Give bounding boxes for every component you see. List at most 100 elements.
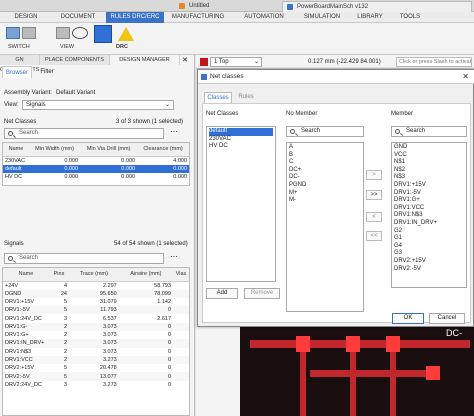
member-list[interactable]: GND VCC N$1 N$2 N$3 DRV1:+15V DRV1:-5V DRV1:G+ D… [391, 142, 467, 288]
net-classes-list[interactable]: default 230VAC HV DC [206, 126, 276, 282]
list-item[interactable]: VCC [394, 152, 464, 160]
table-row[interactable]: DRV1:+15V 5 31.079 1.142 [3, 298, 189, 306]
switch-label[interactable]: SWITCH [8, 44, 30, 50]
warning-icon[interactable] [118, 27, 134, 41]
view-label[interactable]: VIEW [60, 44, 74, 50]
list-item[interactable]: N$2 [394, 167, 464, 175]
table-row[interactable]: default 0.000 0.000 0.000 [3, 164, 189, 173]
ok-button[interactable]: OK [392, 313, 424, 324]
ribbon-tab-manufacturing[interactable]: MANUFACTURING [166, 12, 230, 23]
list-item[interactable]: N$3 [394, 174, 464, 182]
list-item[interactable]: GND [394, 144, 464, 152]
move-all-left-button[interactable]: << [366, 231, 382, 241]
member-search[interactable]: Search [391, 126, 467, 137]
table-row[interactable]: DGND 24 95.650 78.099 [3, 289, 189, 298]
drc-icon[interactable] [94, 25, 112, 43]
table-row[interactable]: DRV1:N$3 2 3.073 0 [3, 348, 189, 356]
add-class-button[interactable]: Add [206, 288, 238, 299]
tab-rules[interactable]: Rules [234, 92, 258, 103]
more-options-icon[interactable]: ⋯ [170, 127, 178, 136]
cancel-button[interactable]: Cancel [429, 313, 465, 324]
table-row[interactable]: DRV2:24V_DC 3 3.273 0 [3, 381, 189, 389]
panel-tab-place-components[interactable]: PLACE COMPONENTS [40, 55, 110, 65]
view-select[interactable]: Signals ⌄ [22, 100, 174, 110]
table-row[interactable]: DRV1:-5V 5 11.793 0 [3, 306, 189, 315]
no-member-search[interactable]: Search [286, 126, 364, 137]
col-vias[interactable]: Vias [173, 268, 189, 282]
ribbon-tab-design[interactable]: DESIGN [0, 12, 52, 23]
table-row[interactable]: DRV2:-5V 5 13.077 0 [3, 372, 189, 381]
col-clearance[interactable]: Clearance (mm) [137, 143, 189, 157]
tab-browser[interactable]: Browser [2, 66, 32, 78]
list-item[interactable]: B [289, 152, 361, 160]
list-item[interactable]: DRV1:G+ [394, 197, 464, 205]
move-all-right-button[interactable]: >> [366, 190, 382, 200]
list-item[interactable]: DRV1:VCC [394, 205, 464, 213]
switch-icon[interactable] [6, 27, 20, 39]
tab-filter[interactable]: Filter [34, 66, 60, 78]
no-member-list[interactable]: A B C DC+ DC- PGND M+ M- [286, 142, 364, 312]
signals-search[interactable]: Search [4, 253, 164, 264]
col-pins[interactable]: Pins [49, 268, 69, 282]
dialog-close-icon[interactable]: ✕ [462, 72, 469, 82]
pcb-view[interactable]: DC- [240, 320, 474, 416]
eye-icon[interactable] [72, 27, 88, 39]
layer-select[interactable]: 1 Top ⌄ [210, 57, 262, 67]
ribbon-tab-library[interactable]: LIBRARY [350, 12, 390, 23]
remove-class-button[interactable]: Remove [244, 288, 280, 299]
table-row[interactable]: DRV1:G+ 2 3.073 0 [3, 331, 189, 339]
switch-alt-icon[interactable] [22, 27, 36, 39]
list-item[interactable]: G1 [394, 235, 464, 243]
command-input[interactable]: Click or press Slash to activate co [396, 57, 472, 67]
close-icon[interactable]: ✕ [182, 56, 188, 64]
table-row[interactable]: 230VAC 0.000 0.000 4.000 [3, 156, 189, 165]
net-classes-search[interactable]: Search [4, 128, 164, 139]
panel-tab-design-manager[interactable]: DESIGN MANAGER [110, 55, 180, 65]
table-row[interactable]: DRV1:24V_DC 3 6.537 2.617 [3, 314, 189, 322]
col-min-width[interactable]: Min Width (mm) [29, 143, 81, 157]
tab-classes[interactable]: Classes [204, 92, 232, 103]
list-item[interactable]: M+ [289, 190, 361, 198]
list-item[interactable]: 230VAC [209, 136, 273, 144]
table-row[interactable]: +24V 4 2.297 58.793 [3, 281, 189, 290]
move-right-button[interactable]: > [366, 170, 382, 180]
table-row[interactable]: DRV1:VCC 2 3.273 0 [3, 355, 189, 365]
col-name[interactable]: Name [3, 143, 29, 157]
table-row[interactable]: HV DC 0.000 0.000 0.000 [3, 173, 189, 181]
ribbon-tab-simulation[interactable]: SIMULATION [296, 12, 348, 23]
ribbon-tab-document[interactable]: DOCUMENT [52, 12, 104, 23]
more-options-icon[interactable]: ⋯ [170, 252, 178, 261]
list-item[interactable]: default [209, 128, 273, 136]
list-item[interactable]: DRV2:-5V [394, 266, 464, 274]
table-row[interactable]: DRV1:IN_DRV+ 2 3.073 0 [3, 339, 189, 348]
list-item[interactable]: PGND [289, 182, 361, 190]
list-item[interactable]: C [289, 159, 361, 167]
move-left-button[interactable]: < [366, 212, 382, 222]
list-item[interactable]: DC- [289, 174, 361, 182]
ribbon-tab-automation[interactable]: AUTOMATION [234, 12, 294, 23]
col-name[interactable]: Name [3, 268, 49, 282]
list-item[interactable]: HV DC [209, 143, 273, 151]
col-airwire[interactable]: Airwire (mm) [118, 268, 173, 282]
col-trace[interactable]: Trace (mm) [69, 268, 119, 282]
panel-tab-components[interactable]: GN COMPONENTS [0, 55, 40, 73]
table-row[interactable]: DRV1:G- 2 3.073 0 [3, 322, 189, 331]
list-item[interactable]: G4 [394, 243, 464, 251]
drc-label[interactable]: DRC [116, 44, 128, 50]
list-item[interactable]: A [289, 144, 361, 152]
list-item[interactable]: DRV1:IN_DRV+ [394, 220, 464, 228]
ribbon-tab-tools[interactable]: TOOLS [394, 12, 426, 23]
list-item[interactable]: DRV1:+15V [394, 182, 464, 190]
list-item[interactable]: G2 [394, 228, 464, 236]
list-item[interactable]: DRV1:N$3 [394, 212, 464, 220]
list-item[interactable]: G3 [394, 250, 464, 258]
grid-view-icon[interactable] [56, 27, 70, 39]
list-item[interactable]: N$1 [394, 159, 464, 167]
list-item[interactable]: M- [289, 197, 361, 205]
ribbon-tab-rules[interactable]: RULES DRC/ERC [106, 12, 164, 23]
window-tab-untitled[interactable]: Untitled [175, 1, 275, 12]
table-row[interactable]: DRV2:+15V 5 20.478 0 [3, 364, 189, 372]
window-tab-schematic[interactable]: PowerBoardMainSch v132 [282, 1, 472, 12]
list-item[interactable]: DC+ [289, 167, 361, 175]
list-item[interactable]: DRV1:-5V [394, 190, 464, 198]
